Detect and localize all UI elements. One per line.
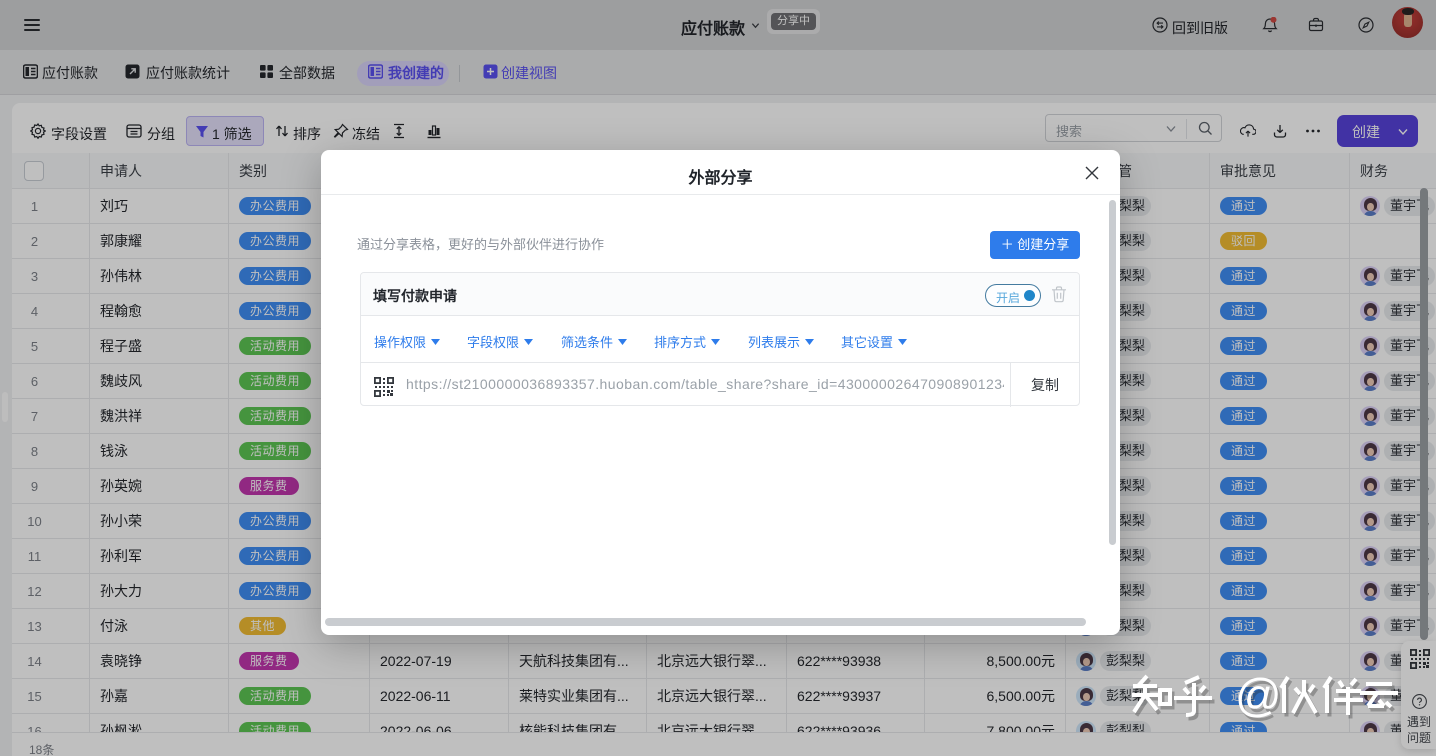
svg-text:@: @ [1235, 669, 1282, 721]
